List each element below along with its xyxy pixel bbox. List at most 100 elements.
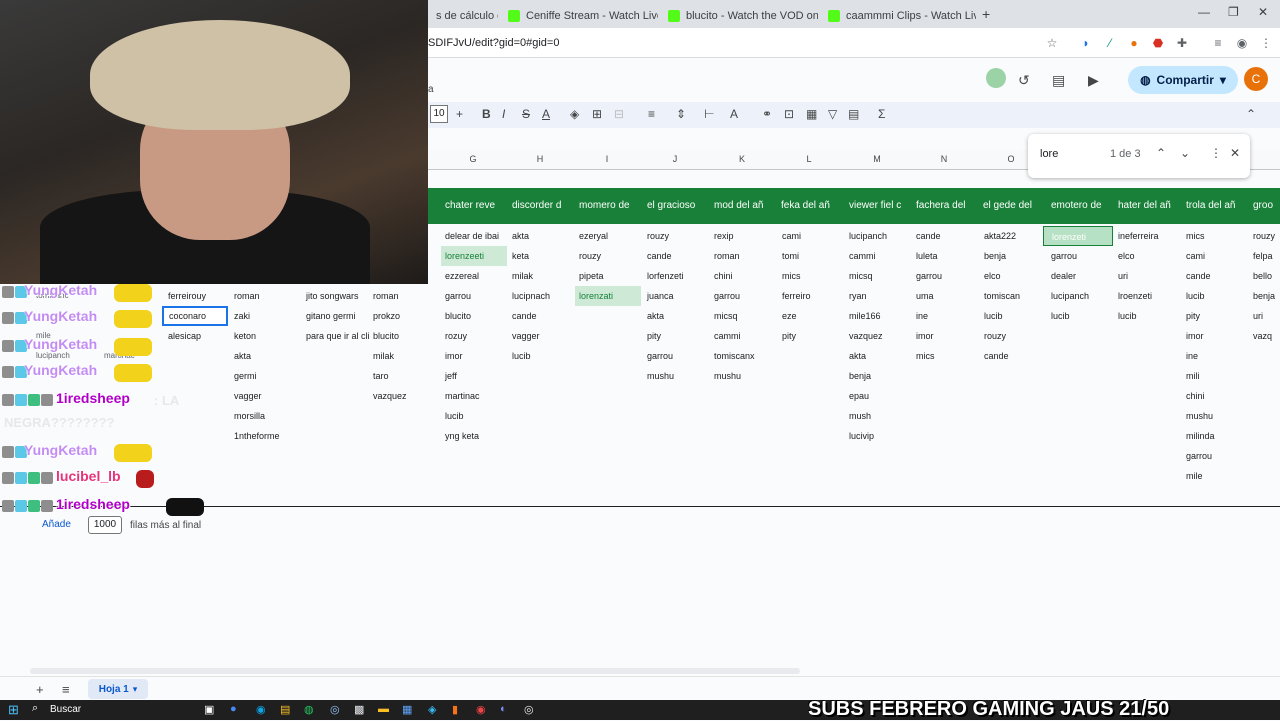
borders-icon[interactable]: ⊞ <box>592 107 602 121</box>
table-cell[interactable]: roman <box>714 246 740 266</box>
table-cell[interactable]: jito songwars <box>306 286 359 306</box>
table-cell[interactable]: taro <box>373 366 389 386</box>
table-cell[interactable]: lroenzeti <box>1118 286 1152 306</box>
find-input[interactable]: lore <box>1040 148 1058 160</box>
table-cell[interactable]: para que ir al cli <box>306 326 370 346</box>
column-header[interactable]: H <box>530 154 550 164</box>
table-cell[interactable]: ezzereal <box>445 266 479 286</box>
category-header[interactable]: el gede del <box>983 200 1032 211</box>
text-color-icon[interactable]: A <box>542 107 550 121</box>
category-header[interactable]: discorder d <box>512 200 561 211</box>
category-header[interactable]: mod del añ <box>714 200 763 211</box>
tab-caammmi[interactable]: caammmi Clips - Watch Liv ✕ <box>820 4 976 28</box>
share-button[interactable]: ◍ Compartir ▾ <box>1128 66 1238 94</box>
category-header[interactable]: el gracioso <box>647 200 695 211</box>
table-cell[interactable]: uri <box>1253 306 1263 326</box>
font-size-input[interactable]: 10 <box>430 105 448 123</box>
table-cell[interactable]: ryan <box>849 286 867 306</box>
table-cell[interactable]: rozuy <box>445 326 467 346</box>
table-cell[interactable]: bello <box>1253 266 1272 286</box>
new-tab-icon[interactable]: + <box>982 6 990 22</box>
table-cell[interactable]: vagger <box>512 326 540 346</box>
table-cell[interactable]: ine <box>1186 346 1198 366</box>
wrap-icon[interactable]: ⊢ <box>704 107 714 121</box>
table-cell[interactable]: imor <box>916 326 934 346</box>
vertical-align-icon[interactable]: ⇕ <box>676 107 686 121</box>
app-icon[interactable]: ◍ <box>304 703 314 716</box>
folder-icon[interactable]: ▬ <box>378 703 389 715</box>
table-cell[interactable]: luleta <box>916 246 938 266</box>
app-icon[interactable]: ▣ <box>204 703 214 716</box>
chat-username[interactable]: YungKetah <box>24 282 97 298</box>
table-cell[interactable]: lucipnach <box>512 286 550 306</box>
chat-username[interactable]: YungKetah <box>24 308 97 324</box>
collapse-icon[interactable]: ⌃ <box>1246 107 1256 121</box>
table-cell[interactable]: micsq <box>714 306 738 326</box>
category-header[interactable]: fachera del <box>916 200 965 211</box>
table-cell[interactable]: juanca <box>647 286 674 306</box>
table-cell[interactable]: gitano germi <box>306 306 356 326</box>
table-cell[interactable]: milak <box>512 266 533 286</box>
tab-blucito[interactable]: blucito - Watch the VOD on Ki ✕ <box>660 4 818 28</box>
table-cell[interactable]: germi <box>234 366 257 386</box>
table-cell[interactable]: yng keta <box>445 426 479 446</box>
table-cell[interactable]: mushu <box>1186 406 1213 426</box>
app-icon[interactable]: ◈ <box>428 703 436 716</box>
table-cell[interactable]: milak <box>373 346 394 366</box>
category-header[interactable]: hater del añ <box>1118 200 1171 211</box>
horizontal-scrollbar[interactable] <box>30 668 800 674</box>
table-cell[interactable]: lorenzeti <box>1043 226 1113 246</box>
table-cell[interactable]: mili <box>1186 366 1200 386</box>
table-cell[interactable]: ferreiro <box>782 286 811 306</box>
table-cell[interactable]: martinac <box>445 386 480 406</box>
increase-font-icon[interactable]: + <box>456 107 463 121</box>
table-cell[interactable]: pity <box>782 326 796 346</box>
table-cell[interactable]: imor <box>1186 326 1204 346</box>
table-cell[interactable]: mile <box>1186 466 1203 486</box>
restore-icon[interactable]: ❐ <box>1228 5 1239 19</box>
align-icon[interactable]: ≡ <box>648 107 655 121</box>
table-cell[interactable]: 1ntheforme <box>234 426 280 446</box>
category-header[interactable]: feka del añ <box>781 200 830 211</box>
table-cell[interactable]: mushu <box>647 366 674 386</box>
table-cell[interactable]: morsilla <box>234 406 265 426</box>
table-cell[interactable]: felpa <box>1253 246 1273 266</box>
more-icon[interactable]: ⋮ <box>1210 146 1222 160</box>
history-icon[interactable]: ↺ <box>1018 72 1030 89</box>
chat-username[interactable]: YungKetah <box>24 442 97 458</box>
category-header[interactable]: groo <box>1253 200 1273 211</box>
menu-icon[interactable]: ⋮ <box>1258 35 1274 51</box>
table-cell[interactable]: tomi <box>782 246 799 266</box>
profile-icon[interactable]: ◉ <box>1234 35 1250 51</box>
table-cell[interactable]: uri <box>1118 266 1128 286</box>
table-cell[interactable]: garrou <box>647 346 673 366</box>
strikethrough-icon[interactable]: S <box>522 107 530 121</box>
table-cell[interactable]: garrou <box>1051 246 1077 266</box>
fill-color-icon[interactable]: ◈ <box>570 107 579 121</box>
table-cell[interactable]: elco <box>984 266 1001 286</box>
table-cell[interactable]: mush <box>849 406 871 426</box>
meet-icon[interactable] <box>986 68 1006 88</box>
extension-icon[interactable]: ● <box>1126 35 1142 51</box>
table-cell[interactable]: mics <box>782 266 801 286</box>
table-cell[interactable]: garrou <box>1186 446 1212 466</box>
table-cell[interactable]: cande <box>984 346 1009 366</box>
functions-icon[interactable]: Σ <box>878 107 885 121</box>
table-cell[interactable]: milinda <box>1186 426 1215 446</box>
extension-icon[interactable]: ⁄ <box>1102 35 1118 51</box>
table-cell[interactable]: cande <box>916 226 941 246</box>
table-cell[interactable]: cande <box>647 246 672 266</box>
table-cell[interactable]: uma <box>916 286 934 306</box>
table-cell[interactable]: roman <box>234 286 260 306</box>
table-cell[interactable]: garrou <box>916 266 942 286</box>
chevron-down-icon[interactable]: ▾ <box>133 684 138 695</box>
table-cell[interactable]: mile166 <box>849 306 881 326</box>
table-cell[interactable]: cande <box>1186 266 1211 286</box>
table-cell[interactable]: lucib <box>445 406 464 426</box>
table-cell[interactable]: pity <box>647 326 661 346</box>
table-cell[interactable]: lucivip <box>849 426 874 446</box>
table-cell[interactable]: ine <box>916 306 928 326</box>
table-cell[interactable]: chini <box>1186 386 1205 406</box>
bold-icon[interactable]: B <box>482 107 491 121</box>
app-icon[interactable]: ▤ <box>280 703 290 716</box>
